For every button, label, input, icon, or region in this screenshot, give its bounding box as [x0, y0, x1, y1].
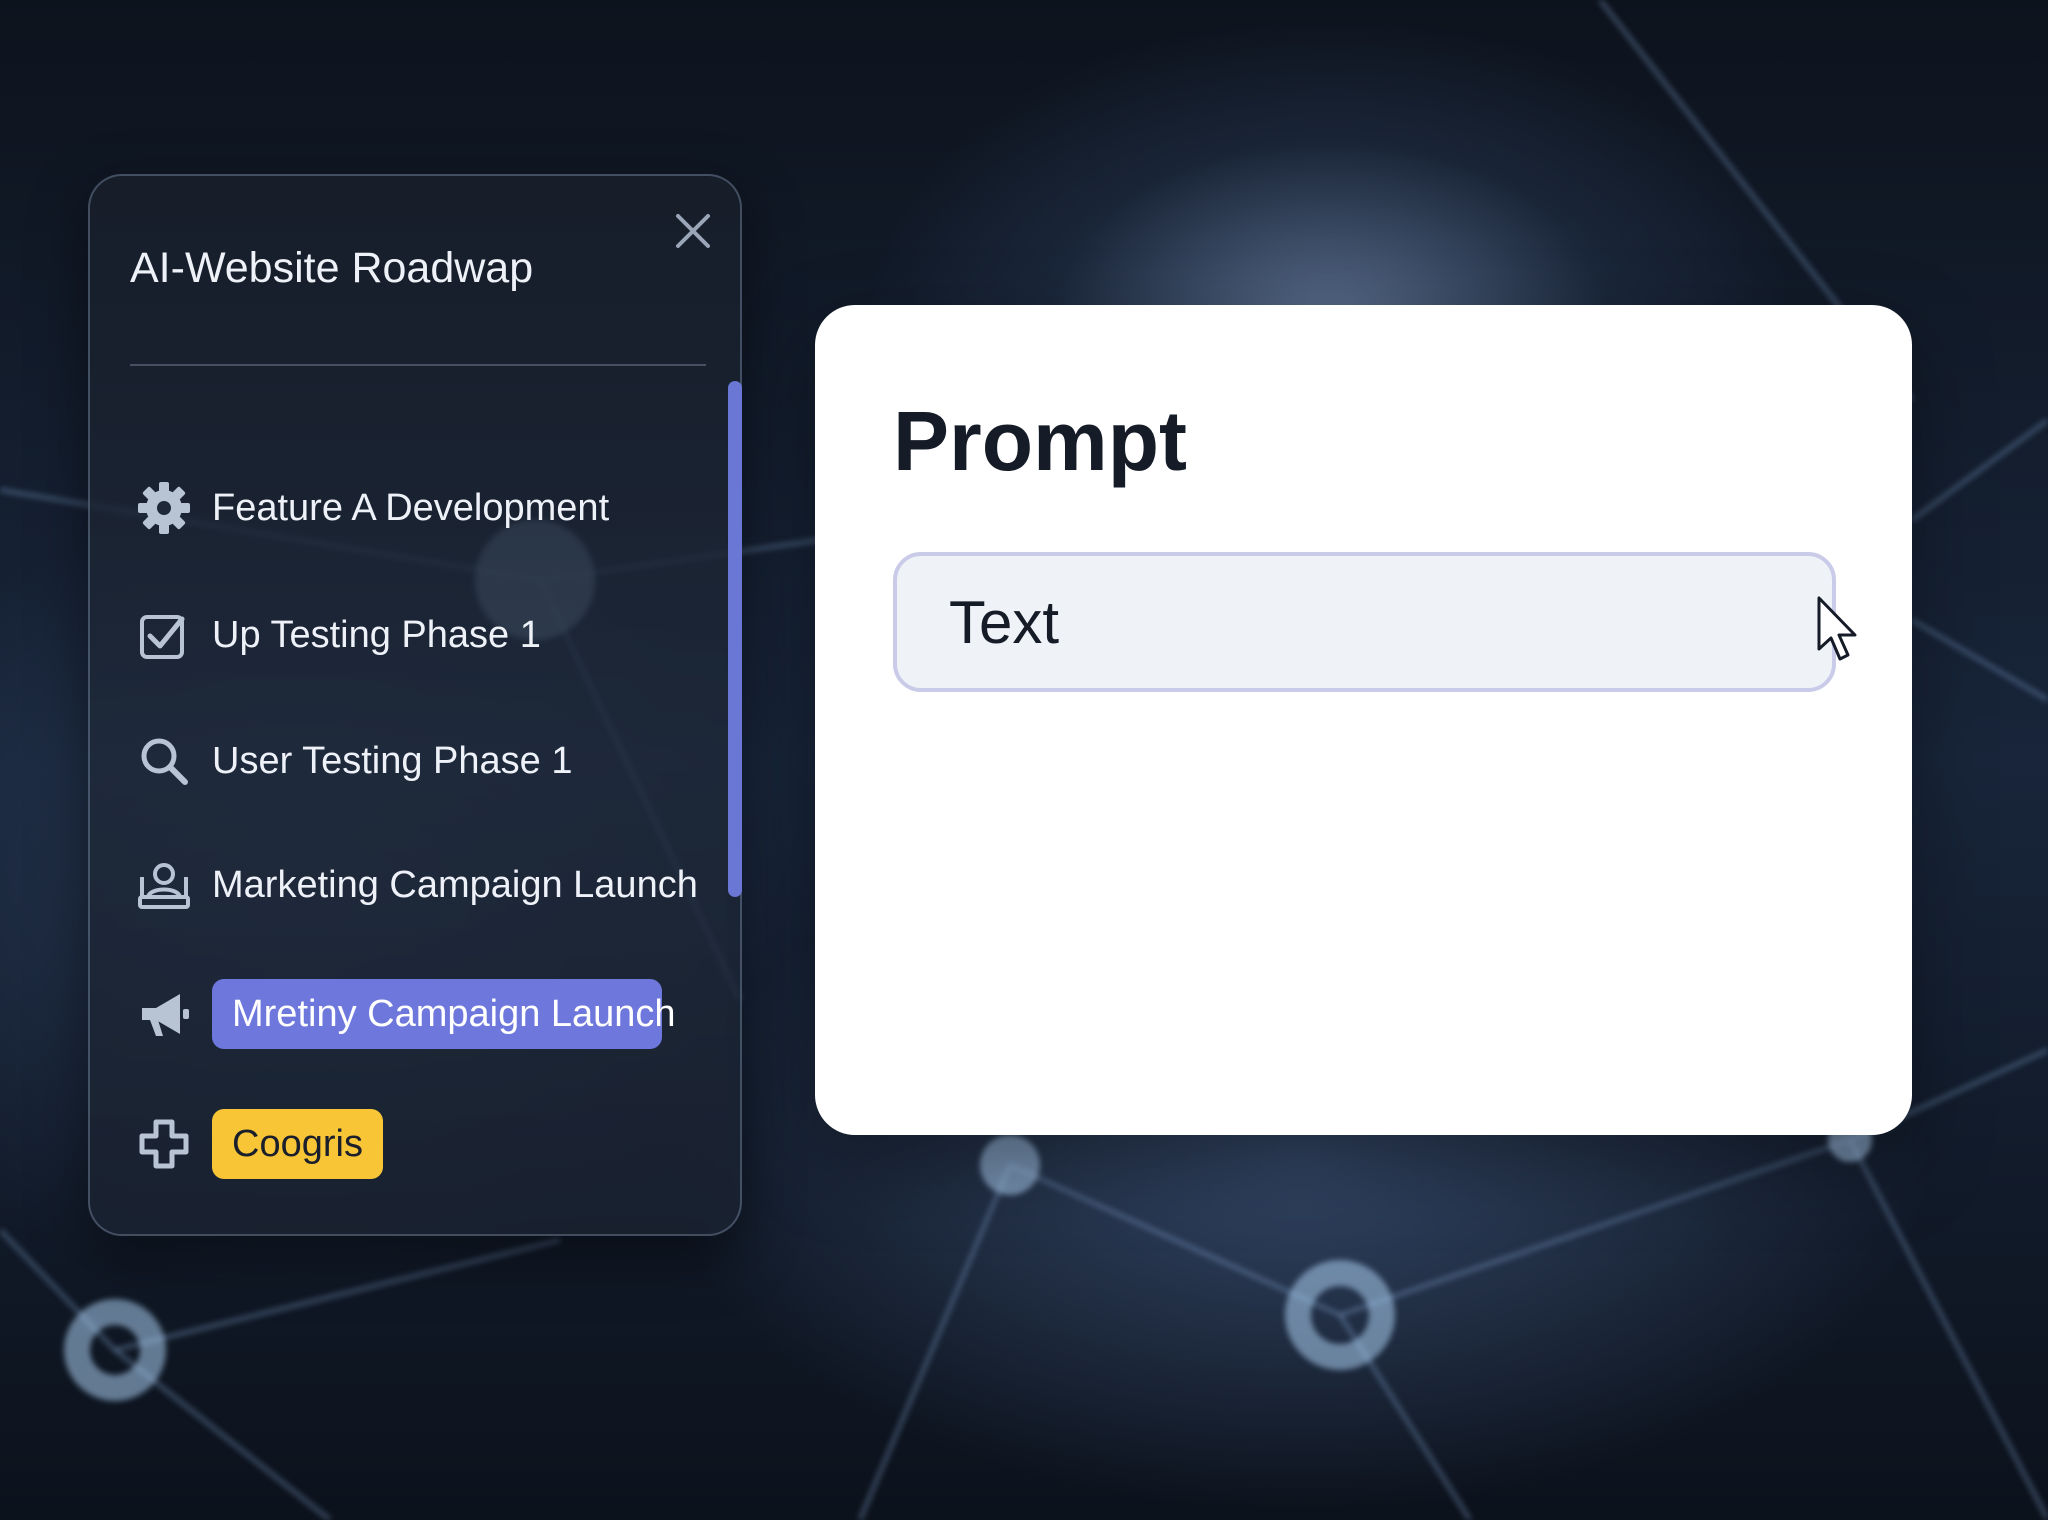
- presenter-icon: [136, 857, 192, 913]
- prompt-input[interactable]: [893, 552, 1836, 692]
- app-stage: AI-Website Roadwap Feature A Development…: [0, 0, 2048, 1520]
- roadmap-item-label: User Testing Phase 1: [212, 739, 573, 782]
- close-icon: [676, 214, 710, 248]
- roadmap-item-coogris[interactable]: Coogris: [130, 1104, 730, 1184]
- prompt-title: Prompt: [893, 394, 1187, 488]
- search-icon: [136, 733, 192, 789]
- roadmap-item-label: Up Testing Phase 1: [212, 613, 541, 656]
- roadmap-item-label: Feature A Development: [212, 486, 610, 529]
- plus-outline-icon: [136, 1116, 192, 1172]
- roadmap-item-feature-a[interactable]: Feature A Development: [130, 468, 730, 548]
- roadmap-item-marketing-campaign[interactable]: Marketing Campaign Launch: [130, 845, 730, 925]
- prompt-card: Prompt: [815, 305, 1912, 1135]
- panel-title: AI-Website Roadwap: [130, 244, 534, 292]
- roadmap-item-user-testing[interactable]: User Testing Phase 1: [130, 721, 730, 801]
- panel-scrollbar[interactable]: [728, 381, 742, 897]
- scrollbar-thumb[interactable]: [728, 381, 742, 897]
- checkbox-icon: [136, 607, 192, 663]
- roadmap-item-label: Marketing Campaign Launch: [212, 863, 698, 906]
- panel-divider: [130, 364, 706, 366]
- roadmap-item-up-testing[interactable]: Up Testing Phase 1: [130, 595, 730, 675]
- roadmap-item-mretiny-campaign[interactable]: Mretiny Campaign Launch: [130, 974, 730, 1054]
- gear-icon: [136, 480, 192, 536]
- close-button[interactable]: [670, 208, 716, 254]
- roadmap-panel: AI-Website Roadwap Feature A Development…: [88, 174, 742, 1236]
- roadmap-item-label-highlighted: Mretiny Campaign Launch: [212, 979, 676, 1049]
- roadmap-item-badge: Coogris: [212, 1109, 383, 1179]
- megaphone-icon: [136, 986, 192, 1042]
